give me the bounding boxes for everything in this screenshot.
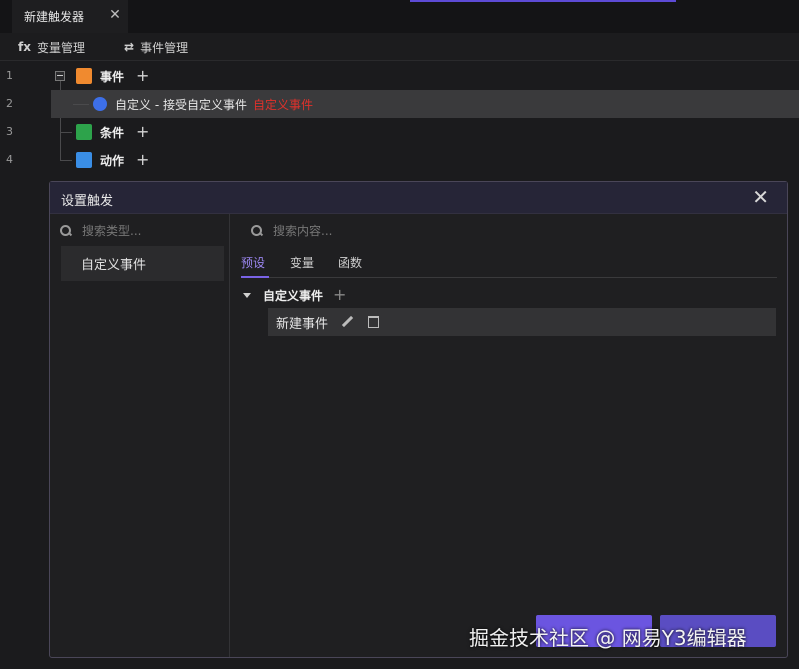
condition-icon bbox=[76, 124, 92, 140]
event-manager-icon: ⇄ bbox=[124, 40, 135, 54]
tree-branch-line bbox=[60, 132, 72, 133]
dialog-close-icon[interactable]: ✕ bbox=[752, 187, 769, 207]
tab-bar: 新建触发器 ✕ bbox=[0, 0, 799, 33]
tab-preset[interactable]: 预设 bbox=[241, 254, 269, 278]
tab-label: 新建触发器 bbox=[24, 10, 85, 24]
custom-event-node[interactable]: 自定义 - 接受自定义事件 自定义事件 bbox=[93, 94, 313, 114]
tab-close-icon[interactable]: ✕ bbox=[108, 8, 122, 22]
event-node-label: 事件 bbox=[100, 69, 125, 84]
line-number: 3 bbox=[6, 125, 13, 138]
trash-icon[interactable] bbox=[368, 316, 380, 328]
add-action-icon[interactable]: + bbox=[136, 152, 149, 168]
add-event-icon[interactable]: + bbox=[136, 68, 149, 84]
type-search-input[interactable] bbox=[82, 224, 222, 238]
line-number: 1 bbox=[6, 69, 13, 82]
line-number: 4 bbox=[6, 153, 13, 166]
line-number: 2 bbox=[6, 97, 13, 110]
content-pane: 预设 变量 函数 自定义事件 + 新建事件 bbox=[231, 214, 787, 657]
edit-icon[interactable] bbox=[340, 315, 354, 329]
group-label: 自定义事件 bbox=[263, 288, 324, 303]
event-item-label: 新建事件 bbox=[276, 316, 329, 332]
condition-node-label: 条件 bbox=[100, 125, 125, 140]
action-node[interactable]: 动作 + bbox=[76, 150, 149, 170]
custom-event-icon bbox=[93, 97, 107, 111]
trigger-tree: 1 事件 + 2 自定义 - 接受自定义事件 自定义事件 3 条件 + 4 动作 bbox=[0, 62, 799, 174]
condition-node[interactable]: 条件 + bbox=[76, 122, 149, 142]
content-tabs: 预设 变量 函数 bbox=[241, 250, 777, 278]
tree-row-condition[interactable]: 3 条件 + bbox=[0, 118, 799, 146]
tree-row-action[interactable]: 4 动作 + bbox=[0, 146, 799, 174]
tree-branch-line bbox=[60, 160, 72, 161]
tab-function[interactable]: 函数 bbox=[338, 254, 362, 278]
event-icon bbox=[76, 68, 92, 84]
tree-row-custom-event[interactable]: 2 自定义 - 接受自定义事件 自定义事件 bbox=[6, 90, 799, 118]
event-node[interactable]: 事件 + bbox=[76, 66, 149, 86]
add-custom-event-icon[interactable]: + bbox=[333, 287, 346, 303]
fx-icon: fx bbox=[18, 40, 31, 54]
tree-row-event[interactable]: 1 事件 + bbox=[0, 62, 799, 90]
action-icon bbox=[76, 152, 92, 168]
custom-event-text: 自定义 - 接受自定义事件 bbox=[115, 97, 247, 112]
content-search-input[interactable] bbox=[273, 224, 573, 238]
caret-down-icon[interactable] bbox=[243, 292, 251, 298]
search-icon bbox=[251, 225, 263, 237]
variable-manager-label: 变量管理 bbox=[36, 40, 85, 55]
type-item-label: 自定义事件 bbox=[81, 258, 147, 273]
toolbar: fx 变量管理 ⇄ 事件管理 bbox=[0, 33, 799, 61]
watermark: 掘金技术社区 @ 网易Y3编辑器 bbox=[469, 626, 747, 650]
custom-event-tag: 自定义事件 bbox=[252, 97, 313, 112]
list-item-new-event[interactable]: 新建事件 bbox=[268, 308, 776, 336]
tab-variable[interactable]: 变量 bbox=[290, 254, 314, 278]
event-manager-button[interactable]: ⇄ 事件管理 bbox=[124, 37, 188, 57]
collapse-toggle-icon[interactable] bbox=[55, 71, 65, 81]
tab-new-trigger[interactable]: 新建触发器 ✕ bbox=[12, 0, 128, 33]
add-condition-icon[interactable]: + bbox=[136, 124, 149, 140]
type-search bbox=[60, 216, 222, 246]
type-item-custom-event[interactable]: 自定义事件 bbox=[61, 246, 224, 281]
dialog-header: 设置触发 ✕ bbox=[50, 182, 787, 214]
event-manager-label: 事件管理 bbox=[140, 40, 189, 55]
dialog-title: 设置触发 bbox=[61, 194, 114, 209]
content-search bbox=[251, 216, 573, 246]
search-icon bbox=[60, 225, 72, 237]
action-node-label: 动作 bbox=[100, 153, 125, 168]
top-accent-bar bbox=[410, 0, 676, 2]
variable-manager-button[interactable]: fx 变量管理 bbox=[18, 37, 85, 57]
type-pane: 自定义事件 bbox=[50, 214, 230, 657]
custom-event-group[interactable]: 自定义事件 + bbox=[243, 284, 346, 306]
set-trigger-dialog: 设置触发 ✕ 自定义事件 预设 变量 函数 自定义事件 + 新建事件 bbox=[49, 181, 788, 658]
tree-branch-line bbox=[73, 104, 89, 105]
